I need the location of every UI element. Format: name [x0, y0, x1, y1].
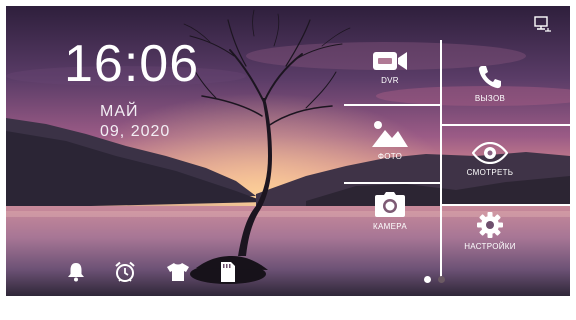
dvr-button[interactable]: DVR — [364, 50, 416, 85]
bell-button[interactable] — [66, 262, 86, 282]
clock-time: 16:06 — [64, 35, 200, 93]
page-indicator[interactable] — [438, 276, 445, 283]
outfit-button[interactable] — [166, 262, 190, 282]
eye-icon — [472, 142, 508, 164]
call-label: ВЫЗОВ — [474, 94, 506, 103]
divider-line — [442, 204, 570, 206]
dvr-label: DVR — [381, 76, 399, 85]
call-button[interactable]: ВЫЗОВ — [458, 64, 522, 103]
settings-button[interactable]: НАСТРОЙКИ — [452, 212, 528, 251]
mountain-photo-icon — [372, 121, 408, 147]
alarm-button[interactable] — [114, 261, 136, 283]
settings-label: НАСТРОЙКИ — [464, 242, 516, 251]
date-month: МАЙ — [100, 103, 139, 120]
photo-label: ФОТО — [377, 152, 403, 161]
divider-line — [344, 104, 440, 106]
divider-line — [442, 124, 570, 126]
page-indicator-active[interactable] — [424, 276, 431, 283]
network-icon — [534, 16, 551, 32]
tshirt-icon — [167, 263, 189, 281]
bell-icon — [68, 263, 84, 282]
watch-button[interactable]: СМОТРЕТЬ — [452, 142, 528, 177]
photo-button[interactable]: ФОТО — [362, 120, 418, 161]
alarm-clock-icon — [115, 261, 135, 282]
watch-label: СМОТРЕТЬ — [466, 168, 514, 177]
network-status — [534, 16, 552, 32]
video-camera-icon — [373, 52, 407, 70]
sd-card-button[interactable] — [220, 261, 236, 283]
camera-button[interactable]: КАМЕРА — [358, 192, 422, 231]
home-screen: 16:06 МАЙ 09, 2020 DVR ФОТО КАМЕРА ВЫЗОВ… — [6, 6, 570, 296]
gear-icon — [477, 212, 503, 238]
camera-label: КАМЕРА — [373, 222, 407, 231]
divider-line — [344, 182, 440, 184]
sd-card-icon — [221, 262, 235, 282]
vertical-divider — [440, 40, 442, 278]
camera-icon — [375, 192, 405, 217]
phone-icon — [478, 66, 501, 89]
date-day-year: 09, 2020 — [100, 123, 171, 140]
